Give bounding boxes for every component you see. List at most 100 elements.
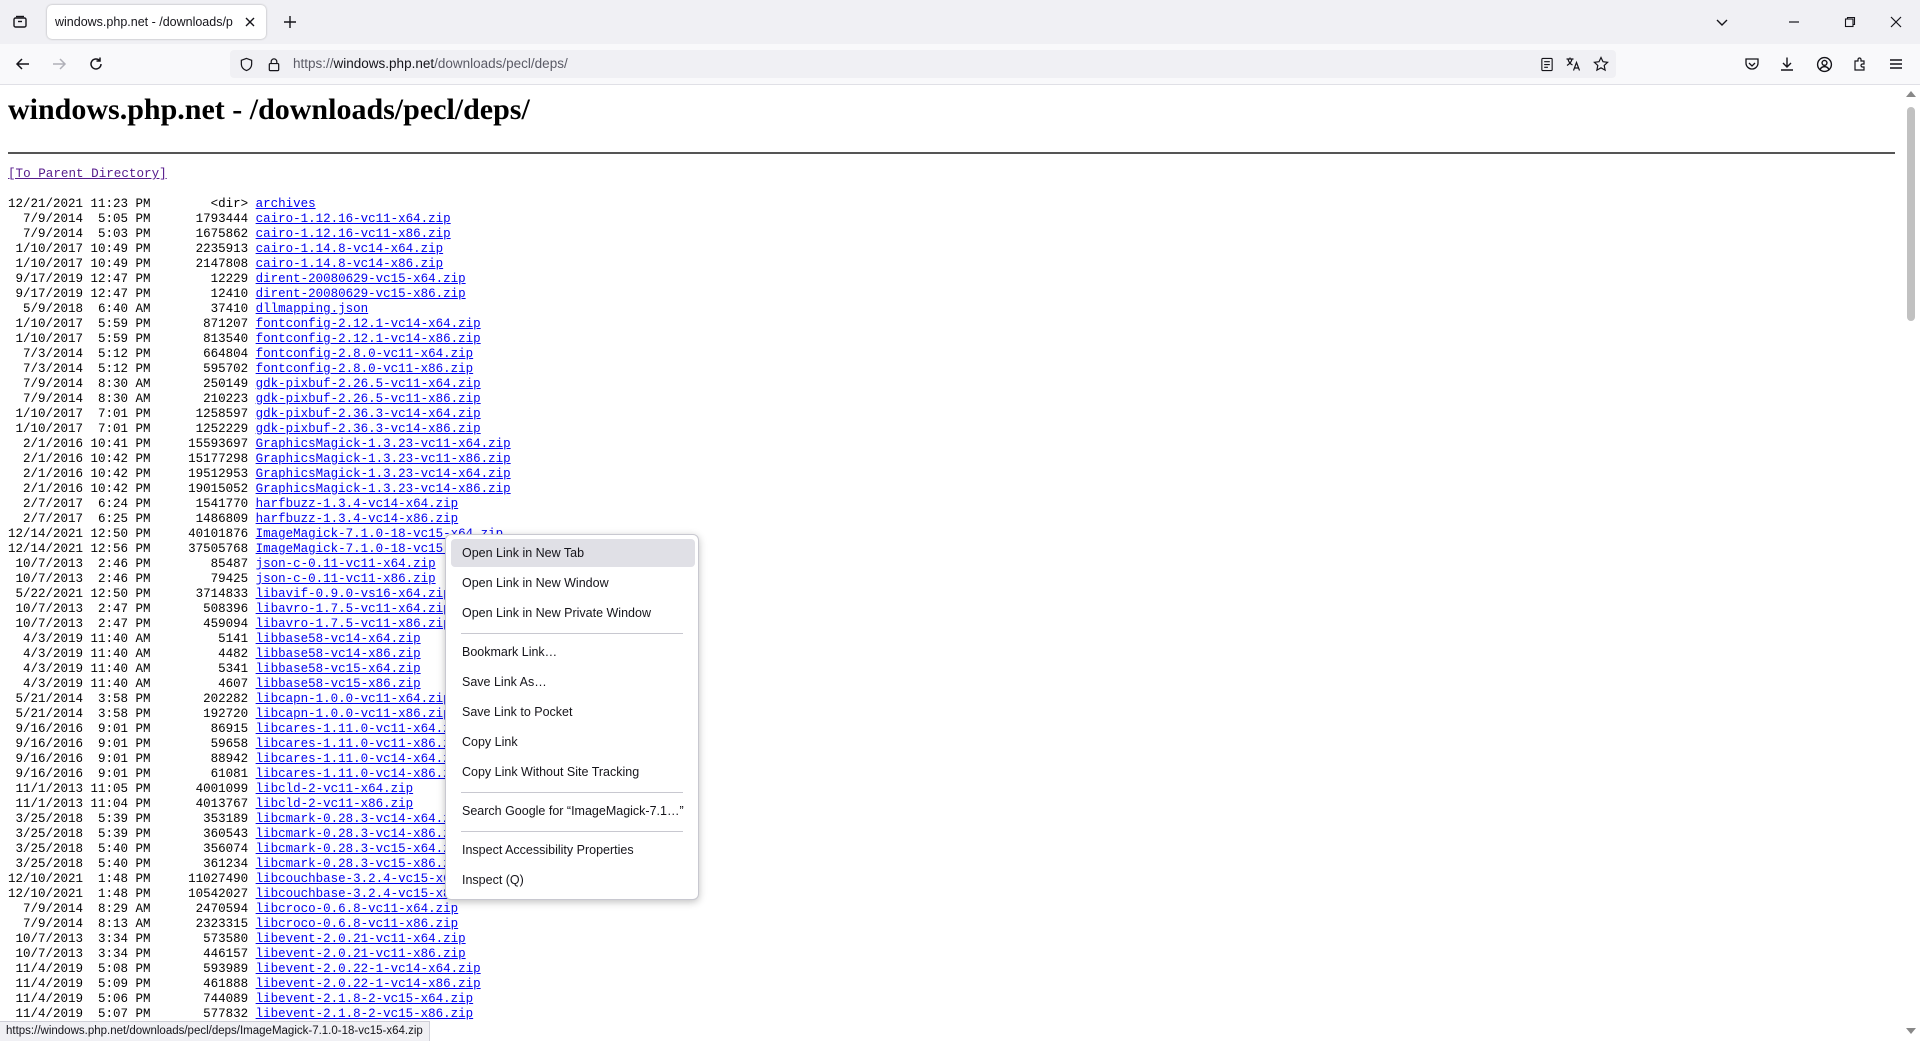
- listing-file-link[interactable]: archives: [256, 197, 316, 211]
- scrollbar-thumb[interactable]: [1907, 107, 1915, 321]
- minimize-icon[interactable]: [1782, 10, 1806, 34]
- tab-active[interactable]: windows.php.net - /downloads/pecl/deps/: [47, 5, 266, 39]
- listing-file-link[interactable]: libcapn-1.0.0-vc11-x86.zip: [256, 707, 451, 721]
- parent-directory-link[interactable]: [To Parent Directory]: [8, 167, 167, 181]
- listing-file-link[interactable]: libcares-1.11.0-vc14-x64.zip: [256, 752, 466, 766]
- downloads-icon[interactable]: [1775, 52, 1799, 76]
- listing-file-link[interactable]: GraphicsMagick-1.3.23-vc11-x64.zip: [256, 437, 511, 451]
- listing-file-link[interactable]: json-c-0.11-vc11-x64.zip: [256, 557, 436, 571]
- url-text[interactable]: https://windows.php.net/downloads/pecl/d…: [293, 56, 568, 71]
- menu-open-link-new-window[interactable]: Open Link in New Window: [451, 569, 695, 597]
- listing-file-link[interactable]: harfbuzz-1.3.4-vc14-x64.zip: [256, 497, 459, 511]
- listing-file-link[interactable]: gdk-pixbuf-2.26.5-vc11-x86.zip: [256, 392, 481, 406]
- listing-file-link[interactable]: gdk-pixbuf-2.26.5-vc11-x64.zip: [256, 377, 481, 391]
- listing-file-link[interactable]: libcares-1.11.0-vc11-x64.zip: [256, 722, 466, 736]
- listing-file-link[interactable]: cairo-1.12.16-vc11-x64.zip: [256, 212, 451, 226]
- listing-file-link[interactable]: libcares-1.11.0-vc14-x86.zip: [256, 767, 466, 781]
- listing-file-link[interactable]: libcares-1.11.0-vc11-x86.zip: [256, 737, 466, 751]
- listing-file-link[interactable]: libbase58-vc15-x86.zip: [256, 677, 421, 691]
- listing-row: 9/17/2019 12:47 PM 12229 dirent-20080629…: [8, 272, 511, 287]
- listing-file-link[interactable]: libevent-2.0.21-vc11-x86.zip: [256, 947, 466, 961]
- restore-icon[interactable]: [1838, 10, 1862, 34]
- listing-time: 5:39 PM: [98, 812, 151, 826]
- listing-file-link[interactable]: libcmark-0.28.3-vc15-x64.zip: [256, 842, 466, 856]
- listing-file-link[interactable]: json-c-0.11-vc11-x86.zip: [256, 572, 436, 586]
- listing-file-link[interactable]: fontconfig-2.8.0-vc11-x86.zip: [256, 362, 474, 376]
- pocket-icon[interactable]: [1740, 52, 1764, 76]
- listing-file-link[interactable]: libevent-2.1.8-2-vc15-x86.zip: [256, 1007, 474, 1021]
- listing-file-link[interactable]: GraphicsMagick-1.3.23-vc14-x64.zip: [256, 467, 511, 481]
- reader-view-icon[interactable]: [1536, 53, 1558, 75]
- listing-file-link[interactable]: libevent-2.0.22-1-vc14-x86.zip: [256, 977, 481, 991]
- listing-file-link[interactable]: dllmapping.json: [256, 302, 369, 316]
- app-menu-icon[interactable]: [1884, 52, 1908, 76]
- listing-file-link[interactable]: libavif-0.9.0-vs16-x64.zip: [256, 587, 451, 601]
- menu-copy-link[interactable]: Copy Link: [451, 728, 695, 756]
- listing-file-link[interactable]: libcroco-0.6.8-vc11-x86.zip: [256, 917, 459, 931]
- listing-file-link[interactable]: libcapn-1.0.0-vc11-x64.zip: [256, 692, 451, 706]
- listing-time: 8:30 AM: [98, 392, 151, 406]
- forward-icon[interactable]: [47, 52, 71, 76]
- listing-file-link[interactable]: fontconfig-2.12.1-vc14-x86.zip: [256, 332, 481, 346]
- listing-file-link[interactable]: fontconfig-2.12.1-vc14-x64.zip: [256, 317, 481, 331]
- menu-inspect-accessibility[interactable]: Inspect Accessibility Properties: [451, 836, 695, 864]
- listing-file-link[interactable]: cairo-1.12.16-vc11-x86.zip: [256, 227, 451, 241]
- listing-file-link[interactable]: harfbuzz-1.3.4-vc14-x86.zip: [256, 512, 459, 526]
- listing-date: 4/3/2019: [8, 677, 84, 691]
- translate-icon[interactable]: [1562, 53, 1584, 75]
- listing-file-link[interactable]: libbase58-vc14-x86.zip: [256, 647, 421, 661]
- listing-file-link[interactable]: cairo-1.14.8-vc14-x64.zip: [256, 242, 444, 256]
- listing-file-link[interactable]: GraphicsMagick-1.3.23-vc14-x86.zip: [256, 482, 511, 496]
- bookmark-star-icon[interactable]: [1590, 53, 1612, 75]
- close-window-icon[interactable]: [1884, 10, 1908, 34]
- listing-file-link[interactable]: cairo-1.14.8-vc14-x86.zip: [256, 257, 444, 271]
- menu-bookmark-link[interactable]: Bookmark Link…: [451, 638, 695, 666]
- listing-file-link[interactable]: libevent-2.0.22-1-vc14-x64.zip: [256, 962, 481, 976]
- tab-list-icon[interactable]: [8, 10, 32, 34]
- menu-save-link-to-pocket[interactable]: Save Link to Pocket: [451, 698, 695, 726]
- tab-close-icon[interactable]: [238, 10, 262, 34]
- new-tab-icon[interactable]: [278, 10, 302, 34]
- menu-inspect[interactable]: Inspect (Q): [451, 866, 695, 894]
- listing-file-link[interactable]: gdk-pixbuf-2.36.3-vc14-x64.zip: [256, 407, 481, 421]
- menu-separator: [461, 792, 683, 793]
- listing-file-link[interactable]: libcmark-0.28.3-vc14-x64.zip: [256, 812, 466, 826]
- listing-file-link[interactable]: GraphicsMagick-1.3.23-vc11-x86.zip: [256, 452, 511, 466]
- menu-copy-link-without-tracking[interactable]: Copy Link Without Site Tracking: [451, 758, 695, 786]
- menu-open-link-private-window[interactable]: Open Link in New Private Window: [451, 599, 695, 627]
- listing-time: 3:34 PM: [98, 947, 151, 961]
- listing-time: 10:42 PM: [90, 452, 151, 466]
- listing-file-link[interactable]: libcmark-0.28.3-vc15-x86.zip: [256, 857, 466, 871]
- account-icon[interactable]: [1812, 52, 1836, 76]
- list-all-tabs-icon[interactable]: [1710, 10, 1734, 34]
- listing-file-link[interactable]: libbase58-vc15-x64.zip: [256, 662, 421, 676]
- status-bar: https://windows.php.net/downloads/pecl/d…: [0, 1021, 430, 1041]
- listing-file-link[interactable]: libevent-2.0.21-vc11-x64.zip: [256, 932, 466, 946]
- reload-icon[interactable]: [84, 52, 108, 76]
- listing-file-link[interactable]: gdk-pixbuf-2.36.3-vc14-x86.zip: [256, 422, 481, 436]
- listing-row: 10/7/2013 2:47 PM 459094 libavro-1.7.5-v…: [8, 617, 511, 632]
- menu-search-google[interactable]: Search Google for “ImageMagick-7.1…”: [451, 797, 695, 825]
- extensions-icon[interactable]: [1848, 52, 1872, 76]
- menu-save-link-as[interactable]: Save Link As…: [451, 668, 695, 696]
- listing-file-link[interactable]: dirent-20080629-vc15-x64.zip: [256, 272, 466, 286]
- tracking-shield-icon[interactable]: [235, 53, 257, 75]
- listing-file-link[interactable]: libevent-2.1.8-2-vc15-x64.zip: [256, 992, 474, 1006]
- listing-file-link[interactable]: libbase58-vc14-x64.zip: [256, 632, 421, 646]
- listing-file-link[interactable]: libcmark-0.28.3-vc14-x86.zip: [256, 827, 466, 841]
- listing-file-link[interactable]: libcld-2-vc11-x64.zip: [256, 782, 414, 796]
- lock-icon[interactable]: [263, 53, 285, 75]
- menu-open-link-new-tab[interactable]: Open Link in New Tab: [451, 539, 695, 567]
- scroll-down-arrow-icon[interactable]: [1906, 1028, 1916, 1034]
- listing-file-link[interactable]: libavro-1.7.5-vc11-x86.zip: [256, 617, 451, 631]
- scroll-up-arrow-icon[interactable]: [1906, 91, 1916, 97]
- vertical-scrollbar[interactable]: [1901, 85, 1920, 1040]
- listing-file-link[interactable]: libcroco-0.6.8-vc11-x64.zip: [256, 902, 459, 916]
- back-icon[interactable]: [11, 52, 35, 76]
- listing-file-link[interactable]: dirent-20080629-vc15-x86.zip: [256, 287, 466, 301]
- url-bar[interactable]: https://windows.php.net/downloads/pecl/d…: [230, 50, 1616, 78]
- listing-file-link[interactable]: libavro-1.7.5-vc11-x64.zip: [256, 602, 451, 616]
- listing-file-link[interactable]: libcld-2-vc11-x86.zip: [256, 797, 414, 811]
- listing-file-link[interactable]: fontconfig-2.8.0-vc11-x64.zip: [256, 347, 474, 361]
- listing-time: 2:46 PM: [98, 572, 151, 586]
